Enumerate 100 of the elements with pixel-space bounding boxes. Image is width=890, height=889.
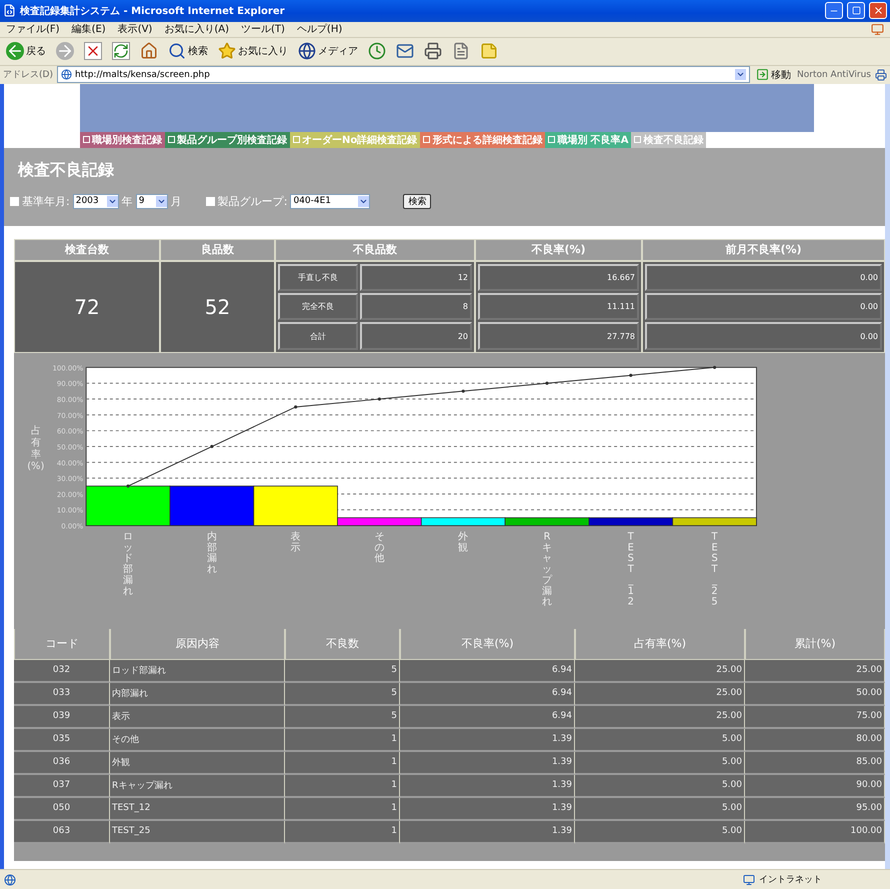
document-icon [452,42,470,60]
table-cell: 80.00 [745,728,885,752]
table-cell: 032 [14,660,110,683]
column-header: 不良率(%) [475,238,642,261]
nav-link[interactable]: 製品グループ別検査記録 [165,132,290,148]
globe-icon [298,42,316,60]
caret-icon [156,196,167,207]
point [713,366,716,369]
table-cell: 50.00 [745,682,885,706]
table-cell: 063 [14,820,110,844]
table-cell: 0.00 [645,322,882,350]
filter-label: 基準年月: [22,194,70,209]
table-cell: 5 [285,682,400,706]
back-button[interactable]: 戻る [4,42,48,60]
table-cell: 16.667 [478,264,639,292]
refresh-button[interactable] [110,42,132,60]
table-cell: 1 [285,798,400,821]
nav-link[interactable]: 職場別検査記録 [80,132,165,148]
point [545,381,549,385]
table-cell: その他 [110,728,285,752]
menu-item[interactable]: お気に入り(A) [164,22,229,36]
column-header: 良品数 [160,238,275,261]
mail-button[interactable] [394,42,416,60]
media-button[interactable]: メディア [296,42,360,60]
point [126,484,130,488]
year-select[interactable]: 2003 [72,194,119,209]
address-label: アドレス(D) [3,69,53,82]
table-cell: 0.00 [645,264,882,292]
column-header: 不良品数 [275,238,475,261]
table-cell: 5 [285,706,400,729]
category-label: TEST_12 [628,531,634,608]
menu-item[interactable]: 編集(E) [72,22,106,36]
table-cell: 25.00 [575,660,745,683]
table-cell: TEST_12 [110,798,285,821]
table-cell: 25.00 [575,706,745,729]
point [462,389,465,393]
column-header: 不良率(%) [400,628,575,660]
favorites-button[interactable]: お気に入り [216,42,290,60]
menu-item[interactable]: ツール(T) [241,22,285,36]
table-cell: 85.00 [745,752,885,775]
table-cell: 1.39 [400,774,575,798]
search-button[interactable]: 検索 [403,194,432,209]
table-cell: 1.39 [400,798,575,821]
address-field[interactable]: http://malts/kensa/screen.php [56,66,750,84]
history-button[interactable] [366,42,388,60]
back-icon [6,42,24,60]
table-cell: 6.94 [400,706,575,729]
point [210,444,214,448]
clock-icon [368,42,386,60]
minimize-button[interactable] [825,2,843,20]
table-cell: 1 [285,752,400,775]
toolbar-addon-label: Norton AntiVirus [797,70,871,80]
table-cell: TEST_25 [110,820,285,844]
y-axis-title: 占有率(%) [27,425,44,472]
column-header: コード [14,628,110,660]
table-cell: 27.778 [478,322,639,350]
home-icon [140,42,158,60]
table-cell: 1 [285,774,400,798]
menu-item[interactable]: ファイル(F) [6,22,60,36]
menu-item[interactable]: ヘルプ(H) [296,22,342,36]
table-cell: 8 [360,293,472,320]
table-cell: 手直し不良 [278,264,358,292]
group-select[interactable]: 040-4E1 [290,194,370,209]
point [378,397,382,400]
caret-icon [106,196,118,207]
print-button[interactable] [422,42,444,60]
column-header: 占有率(%) [575,628,745,660]
table-cell: 037 [14,774,110,798]
table-cell: 表示 [110,706,285,729]
table-cell: 25.00 [745,660,885,683]
unit-label: 月 [170,194,182,209]
table-cell: 12 [360,264,472,292]
menu-item[interactable]: 表示(V) [118,22,152,36]
table-cell: 25.00 [575,682,745,706]
point [629,374,632,377]
forward-icon [56,42,74,60]
window-title: 検査記録集計システム - Microsoft Internet Explorer [20,4,286,18]
stop-button[interactable] [82,42,104,60]
maximize-button[interactable] [847,2,865,20]
table-cell: 90.00 [745,774,885,798]
table-cell: 5 [285,660,400,683]
point [294,405,298,408]
bullet-icon [10,196,19,206]
column-header: 検査台数 [14,238,160,261]
month-select[interactable]: 9 [136,194,168,209]
maximize-icon [852,6,860,16]
table-cell: 5.00 [575,798,745,821]
table-cell: 完全不良 [278,293,358,320]
go-button[interactable]: 移動 [754,68,794,82]
close-button[interactable] [869,2,887,20]
close-icon [872,5,884,16]
category-label: ロッド部漏れ [123,531,134,597]
category-label: 表示 [290,531,301,554]
table-cell: 5.00 [575,774,745,798]
table-cell: 6.94 [400,682,575,706]
search-button[interactable]: 検索 [166,42,210,60]
category-label: 外観 [458,531,468,554]
caret-icon [358,196,370,207]
table-cell: 6.94 [400,660,575,683]
unit-label: 年 [122,194,133,209]
